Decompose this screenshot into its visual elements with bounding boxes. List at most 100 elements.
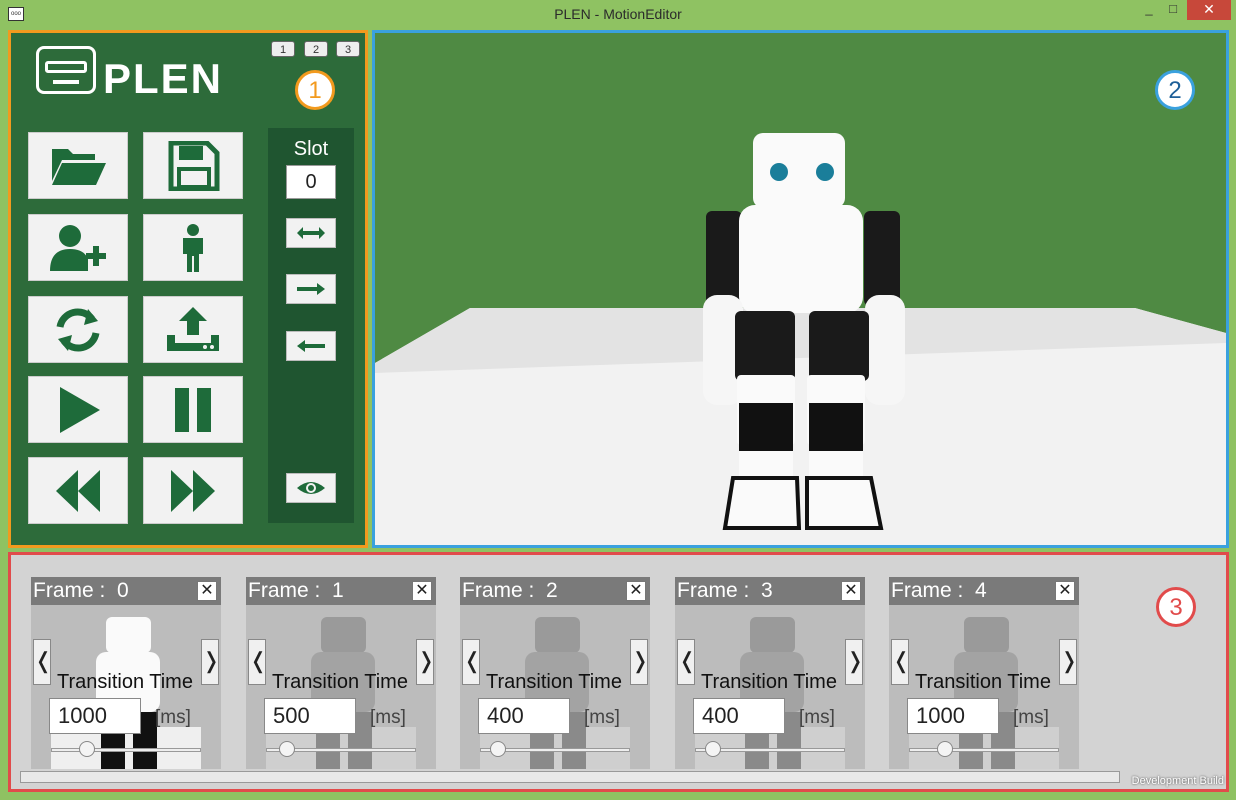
section-badge-3: 3 xyxy=(1156,587,1196,627)
time-unit-label: [ms] xyxy=(155,707,191,728)
swap-button[interactable] xyxy=(286,218,336,248)
section-badge-2: 2 xyxy=(1155,70,1195,110)
window-title: PLEN - MotionEditor xyxy=(554,6,682,22)
development-build-label: Development Build xyxy=(1131,775,1224,787)
slider-thumb[interactable] xyxy=(705,741,721,757)
frame-label: Frame : 4 xyxy=(891,579,987,602)
time-unit-label: [ms] xyxy=(1013,707,1049,728)
arrow-right-icon xyxy=(297,283,325,295)
frame-header: Frame : 4 ✕ xyxy=(889,577,1079,605)
transition-time-label: Transition Time xyxy=(272,671,408,693)
time-unit-label: [ms] xyxy=(370,707,406,728)
slider-thumb[interactable] xyxy=(79,741,95,757)
delete-frame-button[interactable]: ✕ xyxy=(1055,581,1075,601)
robot-viewport xyxy=(375,133,1226,545)
frame-label: Frame : 0 xyxy=(33,579,129,602)
user-add-icon xyxy=(50,224,106,271)
delete-frame-button[interactable]: ✕ xyxy=(626,581,646,601)
prev-frame-button[interactable]: ❬ xyxy=(891,639,910,685)
transition-time-label: Transition Time xyxy=(701,671,837,693)
delete-frame-button[interactable]: ✕ xyxy=(412,581,432,601)
frame-label: Frame : 3 xyxy=(677,579,773,602)
frame-header: Frame : 0 ✕ xyxy=(31,577,221,605)
pause-icon xyxy=(175,387,211,432)
viewport-3d[interactable]: 2 xyxy=(372,30,1229,548)
rewind-icon xyxy=(56,469,100,512)
minimize-button[interactable]: _ xyxy=(1138,0,1160,20)
move-right-button[interactable] xyxy=(286,274,336,304)
frame-card[interactable]: Frame : 4 ✕ ❬ ❭ Transition Time 1000 [ms… xyxy=(889,577,1079,769)
frame-header: Frame : 1 ✕ xyxy=(246,577,436,605)
move-left-button[interactable] xyxy=(286,331,336,361)
person-button[interactable] xyxy=(143,214,243,281)
view-button[interactable] xyxy=(286,473,336,503)
next-frame-button[interactable]: ❭ xyxy=(630,639,649,685)
logo-text: PLEN xyxy=(103,55,224,102)
rewind-button[interactable] xyxy=(28,457,128,524)
floppy-disk-icon xyxy=(168,140,220,191)
control-panel: PLEN 1 2 3 1 Slot 0 xyxy=(8,30,368,548)
slider-thumb[interactable] xyxy=(937,741,953,757)
upload-button[interactable] xyxy=(143,296,243,363)
transition-time-input[interactable]: 1000 xyxy=(907,698,999,734)
fast-forward-icon xyxy=(171,469,215,512)
add-user-button[interactable] xyxy=(28,214,128,281)
refresh-icon xyxy=(56,308,100,351)
section-badge-1: 1 xyxy=(295,70,335,110)
frame-label: Frame : 2 xyxy=(462,579,558,602)
next-frame-button[interactable]: ❭ xyxy=(201,639,220,685)
transition-time-input[interactable]: 1000 xyxy=(49,698,141,734)
time-unit-label: [ms] xyxy=(584,707,620,728)
save-button[interactable] xyxy=(143,132,243,199)
frame-label: Frame : 1 xyxy=(248,579,344,602)
transition-time-label: Transition Time xyxy=(486,671,622,693)
next-frame-button[interactable]: ❭ xyxy=(1059,639,1078,685)
delete-frame-button[interactable]: ✕ xyxy=(841,581,861,601)
slider-thumb[interactable] xyxy=(490,741,506,757)
timeline-scrollbar[interactable] xyxy=(20,771,1120,783)
slot-panel: Slot 0 xyxy=(268,128,354,523)
eye-icon xyxy=(297,482,325,494)
frame-card[interactable]: Frame : 0 ✕ ❬ ❭ Transition Time 1000 [ms… xyxy=(31,577,221,769)
frame-card[interactable]: Frame : 1 ✕ ❬ ❭ Transition Time 500 [ms] xyxy=(246,577,436,769)
play-button[interactable] xyxy=(28,376,128,443)
arrow-left-icon xyxy=(297,340,325,352)
slot-input[interactable]: 0 xyxy=(286,165,336,199)
play-icon xyxy=(60,386,100,433)
prev-frame-button[interactable]: ❬ xyxy=(248,639,267,685)
prev-frame-button[interactable]: ❬ xyxy=(33,639,52,685)
frame-timeline: Frame : 0 ✕ ❬ ❭ Transition Time 1000 [ms… xyxy=(8,552,1229,792)
frame-card[interactable]: Frame : 2 ✕ ❬ ❭ Transition Time 400 [ms] xyxy=(460,577,650,769)
prev-frame-button[interactable]: ❬ xyxy=(677,639,696,685)
transition-time-input[interactable]: 400 xyxy=(478,698,570,734)
frame-header: Frame : 3 ✕ xyxy=(675,577,865,605)
pause-button[interactable] xyxy=(143,376,243,443)
swap-arrows-icon xyxy=(297,227,325,239)
transition-time-label: Transition Time xyxy=(915,671,1051,693)
slider-thumb[interactable] xyxy=(279,741,295,757)
prev-frame-button[interactable]: ❬ xyxy=(462,639,481,685)
page-button-2[interactable]: 2 xyxy=(304,41,328,57)
transition-time-slider[interactable] xyxy=(51,748,201,752)
page-button-1[interactable]: 1 xyxy=(271,41,295,57)
person-icon xyxy=(183,223,203,272)
folder-open-icon xyxy=(52,148,106,185)
open-button[interactable] xyxy=(28,132,128,199)
transition-time-input[interactable]: 500 xyxy=(264,698,356,734)
plen-logo-icon xyxy=(36,46,96,94)
fast-forward-button[interactable] xyxy=(143,457,243,524)
slot-label: Slot xyxy=(293,138,329,160)
frame-card[interactable]: Frame : 3 ✕ ❬ ❭ Transition Time 400 [ms] xyxy=(675,577,865,769)
title-bar: ooo PLEN - MotionEditor _ □ ✕ xyxy=(0,0,1236,30)
refresh-button[interactable] xyxy=(28,296,128,363)
next-frame-button[interactable]: ❭ xyxy=(416,639,435,685)
page-button-3[interactable]: 3 xyxy=(336,41,360,57)
transition-time-label: Transition Time xyxy=(57,671,193,693)
maximize-button[interactable]: □ xyxy=(1162,0,1184,20)
delete-frame-button[interactable]: ✕ xyxy=(197,581,217,601)
frame-header: Frame : 2 ✕ xyxy=(460,577,650,605)
next-frame-button[interactable]: ❭ xyxy=(845,639,864,685)
close-window-button[interactable]: ✕ xyxy=(1187,0,1231,20)
transition-time-input[interactable]: 400 xyxy=(693,698,785,734)
transition-time-slider[interactable] xyxy=(909,748,1059,752)
